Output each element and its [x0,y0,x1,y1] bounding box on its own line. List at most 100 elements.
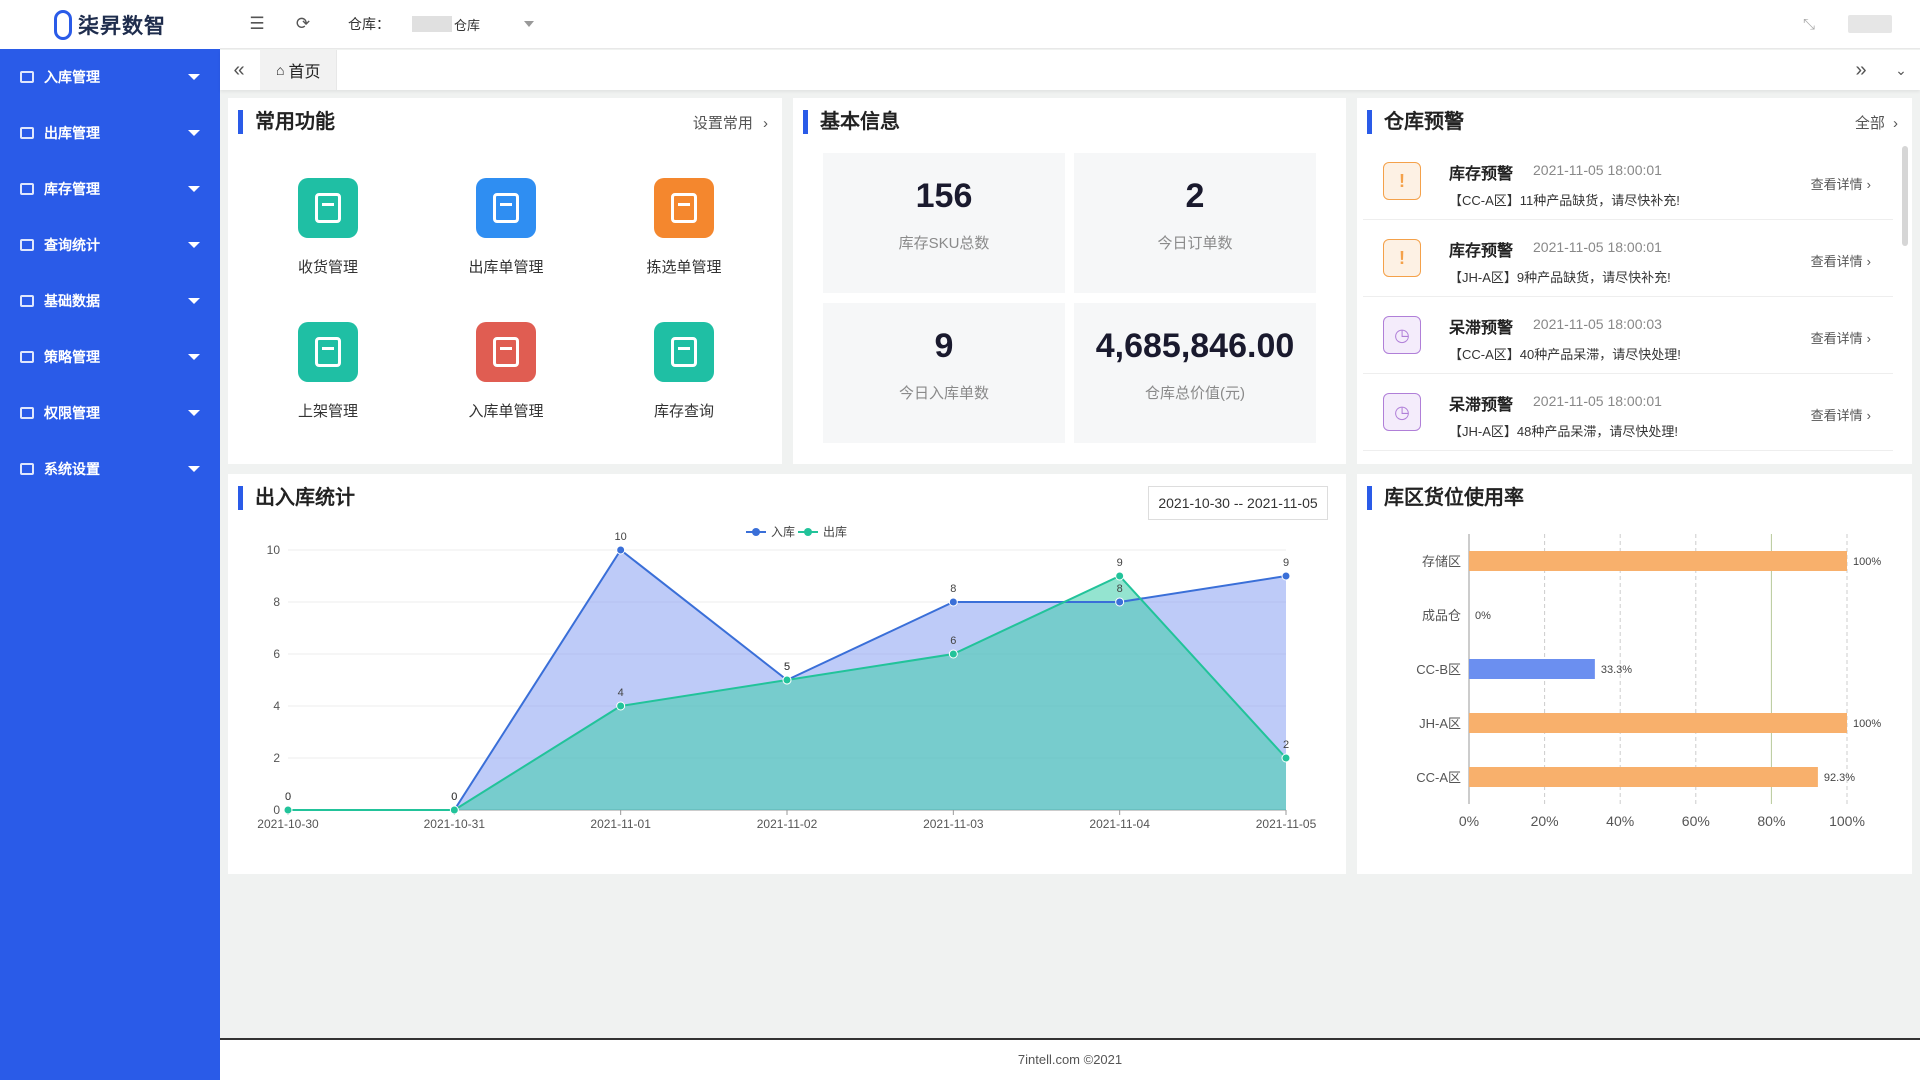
usage-bar[interactable] [1469,659,1595,679]
alerts-scrollbar[interactable] [1902,146,1908,246]
sidebar-item-5[interactable]: 策略管理 [0,329,220,385]
stat-tile: 4,685,846.00 仓库总价值(元) [1074,303,1316,443]
function-tile[interactable]: 上架管理 [268,322,388,421]
data-point[interactable] [283,805,293,815]
data-point[interactable] [782,675,792,685]
function-tile[interactable]: 收货管理 [268,178,388,277]
sidebar-item-1[interactable]: 出库管理 [0,105,220,161]
data-point[interactable] [948,649,958,659]
tabs-menu-chevron-icon[interactable]: ⌄ [1890,59,1912,81]
data-label: 9 [1117,557,1123,569]
x-tick-label: 2021-11-01 [590,817,651,831]
inventory-icon [20,183,34,195]
sidebar-item-6[interactable]: 权限管理 [0,385,220,441]
data-label: 4 [618,687,624,699]
sidebar-item-0[interactable]: 入库管理 [0,49,220,105]
y-tick-label: 0 [273,803,280,817]
sidebar-item-label: 库存管理 [44,181,100,197]
legend-label[interactable]: 出库 [823,524,847,539]
stat-tile: 9 今日入库单数 [823,303,1065,443]
data-point[interactable] [1281,571,1291,581]
sidebar-item-7[interactable]: 系统设置 [0,441,220,497]
data-point[interactable] [1115,571,1125,581]
data-point[interactable] [948,597,958,607]
document-icon [671,193,697,223]
function-tile[interactable]: 拣选单管理 [624,178,744,277]
sidebar-item-label: 查询统计 [44,237,100,253]
warehouse-alerts-title: 仓库预警 [1367,110,1464,134]
settings-icon [20,463,34,475]
view-details-link[interactable]: 查看详情 › [1811,328,1871,347]
warehouse-select-value: 仓库 [454,17,481,33]
view-details-link[interactable]: 查看详情 › [1811,174,1871,193]
caret-down-icon [188,186,200,192]
data-point[interactable] [616,701,626,711]
fullscreen-icon[interactable]: ⤡ [1798,13,1820,35]
tab-home[interactable]: ⌂ 首页 [260,50,338,90]
data-icon [20,295,34,307]
sidebar-item-label: 权限管理 [44,405,100,421]
stat-value: 9 [934,327,954,365]
data-point[interactable] [616,545,626,555]
x-tick-label: 80% [1757,813,1785,829]
x-tick-label: 20% [1531,813,1559,829]
alert-message: 【JH-A区】48种产品呆滞，请尽快处理! [1449,424,1678,439]
menu-toggle-icon[interactable]: ☰ [246,13,268,35]
x-tick-label: 2021-11-02 [757,817,818,831]
caret-down-icon [188,242,200,248]
tabs-scroll-right-icon[interactable]: » [1850,59,1872,81]
data-point[interactable] [449,805,459,815]
chevron-right-icon: › [1866,177,1871,192]
inout-area-chart: 02468102021-10-30 2021-10-31 2021-11-01 202… [257,524,1316,831]
alert-time: 2021-11-05 18:00:01 [1533,162,1662,178]
function-tile[interactable]: 入库单管理 [446,322,566,421]
function-icon [654,322,714,382]
data-point[interactable] [1115,597,1125,607]
view-details-link[interactable]: 查看详情 › [1811,251,1871,270]
basic-info-card: 基本信息 156 库存SKU总数 2 今日订单数 9 今日入库单数 4,685,846.00… [793,98,1346,464]
y-tick-label: 10 [267,543,281,557]
view-details-label: 查看详情 [1810,331,1863,346]
sidebar-item-2[interactable]: 库存管理 [0,161,220,217]
function-icon [476,322,536,382]
set-common-link[interactable]: 设置常用 › [693,112,768,133]
stat-label: 今日订单数 [1157,235,1233,252]
sidebar-item-3[interactable]: 查询统计 [0,217,220,273]
usage-bar[interactable] [1469,551,1847,571]
y-tick-label: 6 [273,647,280,661]
alert-item: ! 库存预警 2021-11-05 18:00:01 【CC-A区】11种产品缺货，请… [1363,144,1893,220]
tabs-scroll-left-icon[interactable]: « [228,59,250,81]
view-details-link[interactable]: 查看详情 › [1811,405,1871,424]
caret-down-icon [188,354,200,360]
data-point[interactable] [1281,753,1291,763]
chevron-right-icon: › [1893,115,1898,132]
stat-tile: 2 今日订单数 [1074,153,1316,293]
sidebar-menu: 入库管理出库管理库存管理查询统计基础数据策略管理权限管理系统设置 [0,49,220,497]
chevron-right-icon: › [1866,254,1871,269]
sidebar-item-label: 系统设置 [44,461,100,477]
common-functions-title: 常用功能 [238,110,335,134]
caret-down-icon [188,298,200,304]
chevron-right-icon: › [1866,408,1871,423]
category-label: JH-A区 [1419,716,1461,731]
function-icon [654,178,714,238]
function-tile[interactable]: 出库单管理 [446,178,566,277]
category-label: CC-A区 [1416,770,1461,785]
sidebar-item-label: 入库管理 [44,69,100,85]
user-avatar[interactable] [1848,15,1892,33]
warehouse-select[interactable]: 仓库 [412,10,542,38]
stat-label: 今日入库单数 [898,385,989,402]
sidebar-item-4[interactable]: 基础数据 [0,273,220,329]
view-details-label: 查看详情 [1810,408,1863,423]
usage-bar[interactable] [1469,713,1847,733]
footer-copyright: 7intell.com ©2021 [1017,1052,1123,1067]
legend-label[interactable]: 入库 [771,524,795,539]
set-common-label: 设置常用 [692,115,753,132]
usage-bar[interactable] [1469,767,1818,787]
function-tile[interactable]: 库存查询 [624,322,744,421]
caret-down-icon [188,74,200,80]
refresh-icon[interactable]: ⟳ [292,13,314,35]
sidebar-item-label: 基础数据 [44,293,100,309]
all-alerts-link[interactable]: 全部 › [1855,112,1898,133]
inout-stats-title: 出入库统计 [238,486,355,510]
